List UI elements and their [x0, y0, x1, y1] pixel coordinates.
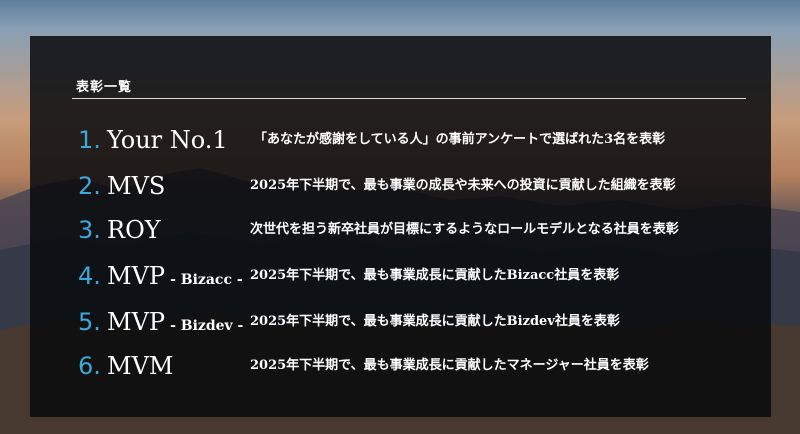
award-number: 4. [78, 262, 101, 290]
award-name: ROY [107, 216, 161, 244]
award-item-roy: 3. ROY 次世代を担う新卒社員が目標にするようなロールモデルとなる社員を表彰 [74, 214, 764, 246]
award-name: Your No.1 [107, 126, 228, 154]
award-name: MVM [107, 352, 174, 380]
award-subtitle: - Bizacc - [170, 272, 243, 288]
award-description: 「あなたが感謝をしている人」の事前アンケートで選ばれた3名を表彰 [254, 132, 666, 147]
award-item-mvp-bizdev: 5. MVP - Bizdev - 2025年下半期で、最も事業成長に貢献したBi… [74, 306, 764, 338]
award-description: 2025年下半期で、最も事業成長に貢献したBizacc社員を表彰 [250, 268, 620, 283]
award-description: 次世代を担う新卒社員が目標にするようなロールモデルとなる社員を表彰 [250, 222, 679, 237]
section-title: 表彰一覧 [76, 80, 133, 95]
award-name: MVP - Bizacc - [107, 262, 243, 290]
award-number: 5. [78, 308, 101, 336]
award-item-mvp-bizacc: 4. MVP - Bizacc - 2025年下半期で、最も事業成長に貢献したBi… [74, 260, 764, 292]
title-divider [72, 98, 746, 99]
award-number: 6. [78, 352, 101, 380]
award-item-your-no1: 1. Your No.1 「あなたが感謝をしている人」の事前アンケートで選ばれた… [74, 124, 764, 156]
award-name: MVS [107, 172, 166, 200]
award-description: 2025年下半期で、最も事業成長に貢献したマネージャー社員を表彰 [250, 358, 649, 373]
award-subtitle: - Bizdev - [170, 318, 244, 334]
award-description: 2025年下半期で、最も事業成長に貢献したBizdev社員を表彰 [250, 314, 620, 329]
award-item-mvm: 6. MVM 2025年下半期で、最も事業成長に貢献したマネージャー社員を表彰 [74, 350, 764, 382]
award-item-mvs: 2. MVS 2025年下半期で、最も事業の成長や未来への投資に貢献した組織を表… [74, 170, 764, 202]
award-name: MVP - Bizdev - [107, 308, 244, 336]
award-description: 2025年下半期で、最も事業の成長や未来への投資に貢献した組織を表彰 [250, 178, 676, 193]
award-number: 3. [78, 216, 101, 244]
award-number: 1. [78, 126, 101, 154]
award-number: 2. [78, 172, 101, 200]
